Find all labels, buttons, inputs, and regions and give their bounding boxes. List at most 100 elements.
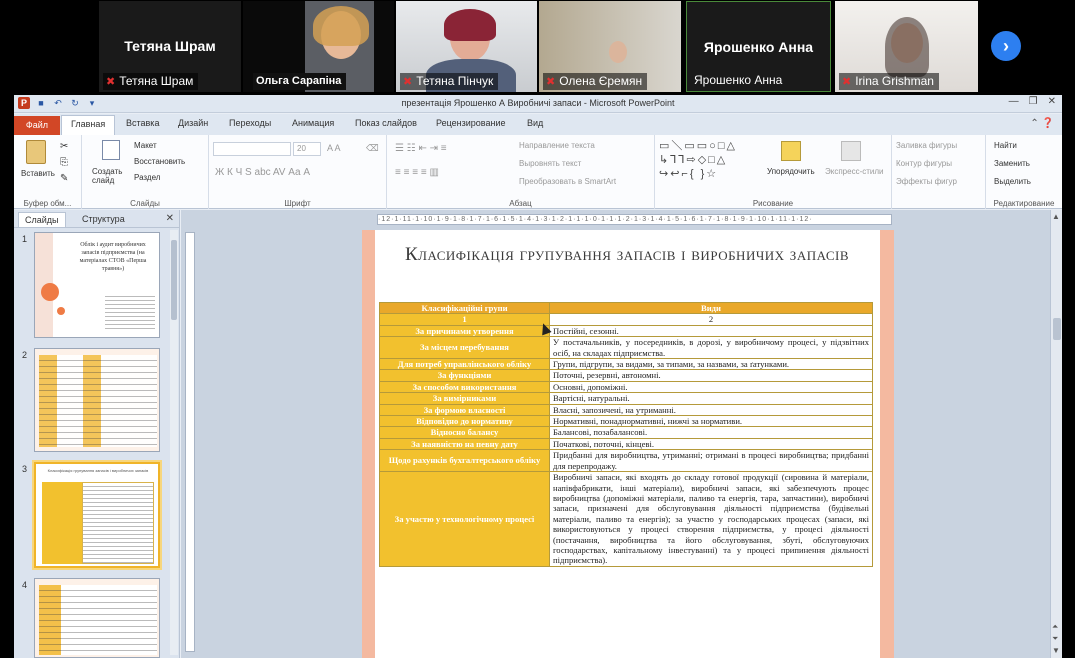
section-button[interactable]: Раздел <box>134 173 160 182</box>
participant-tile-yaroshenko[interactable]: Ярошенко Анна Ярошенко Анна <box>686 1 831 92</box>
classification-table[interactable]: Класифікаційні групи Види 1 2 За причина… <box>379 301 873 567</box>
tab-home[interactable]: Главная <box>61 115 116 135</box>
slide-thumbnail-1[interactable]: Облік і аудит виробничих запасів підприє… <box>34 232 160 338</box>
classification-kinds-cell: Групи, підгрупи, за видами, за типами, з… <box>549 358 873 371</box>
arrange-icon[interactable] <box>781 141 801 161</box>
new-slide-button[interactable]: Создать слайд <box>92 167 132 185</box>
thumb-title: Облік і аудит виробничих запасів підприє… <box>79 242 147 272</box>
layout-button[interactable]: Макет <box>134 141 157 150</box>
pane-scrollbar[interactable] <box>170 230 178 655</box>
group-font: 20 A A ⌫ Ж К Ч S abc AV Аа А Шрифт <box>209 135 387 209</box>
participant-tile-tetiana-pinchuk[interactable]: ✖ Тетяна Пінчук <box>396 1 537 92</box>
thumb-number: 2 <box>22 350 28 360</box>
slide-thumbnail-2[interactable] <box>34 348 160 452</box>
paste-button[interactable]: Вставить <box>21 169 55 178</box>
help-icon[interactable]: ⌃ ❓ <box>1030 118 1054 129</box>
slide-title[interactable]: Класифікація групування запасів і виробн… <box>392 242 862 267</box>
mic-muted-icon: ✖ <box>403 76 413 88</box>
replace-button[interactable]: Заменить <box>994 159 1030 168</box>
shape-outline-button[interactable]: Контур фигуры <box>896 159 952 168</box>
clear-format-icon[interactable]: ⌫ <box>366 143 379 154</box>
tab-design[interactable]: Дизайн <box>178 118 208 128</box>
tab-animation[interactable]: Анимация <box>292 118 334 128</box>
table-row: За способом використання Основні, допоміж… <box>379 380 873 394</box>
classification-kinds-cell: Поточні, резервні, автономні. <box>549 369 873 382</box>
next-participants-icon[interactable]: › <box>991 31 1021 61</box>
participant-tile-tetiana-shram[interactable]: Тетяна Шрам ✖ Тетяна Шрам <box>99 1 241 92</box>
shape-fill-button[interactable]: Заливка фигуры <box>896 141 957 150</box>
participant-tile-olena[interactable]: ✖ Олена Єремян <box>539 1 681 92</box>
table-row: Для потреб управлінського обліку Групи, п… <box>379 358 873 371</box>
scroll-thumb[interactable] <box>171 240 177 320</box>
classification-group-cell: Для потреб управлінського обліку <box>379 358 550 371</box>
tab-review[interactable]: Рецензирование <box>436 118 506 128</box>
tab-slideshow[interactable]: Показ слайдов <box>355 118 417 128</box>
quick-styles-button[interactable]: Экспресс-стили <box>825 167 884 176</box>
arrange-button[interactable]: Упорядочить <box>767 167 815 176</box>
minimize-icon[interactable]: — <box>1009 96 1019 107</box>
horizontal-ruler[interactable]: ·12·1·11·1·10·1·9·1·8·1·7·1·6·1·5·1·4·1·… <box>377 214 892 225</box>
find-button[interactable]: Найти <box>994 141 1017 150</box>
select-button[interactable]: Выделить <box>994 177 1031 186</box>
font-size-select[interactable]: 20 <box>293 142 321 156</box>
thumb-table-left <box>42 482 82 564</box>
slide-thumbnail-3[interactable]: Класифікація групування запасів і виробн… <box>34 462 160 568</box>
grow-font-icon[interactable]: A A <box>327 143 341 153</box>
align-text-button[interactable]: Выровнять текст <box>519 159 581 168</box>
copy-icon[interactable]: ⎘ <box>60 157 68 168</box>
tab-file[interactable]: Файл <box>14 116 60 135</box>
slide-canvas: ·12·1·11·1·10·1·9·1·8·1·7·1·6·1·5·1·4·1·… <box>181 210 1062 658</box>
cut-icon[interactable]: ✂ <box>60 141 68 152</box>
slide-thumbnail-4[interactable] <box>34 578 160 658</box>
scroll-up-icon[interactable]: ▲ <box>1052 212 1060 221</box>
font-style-buttons[interactable]: Ж К Ч S abc AV Аа А <box>215 167 310 178</box>
prev-slide-icon[interactable]: ⏶ <box>1052 622 1058 632</box>
participant-tile-olha[interactable]: Ольга Сарапіна <box>243 1 394 92</box>
thumb-text-lines <box>39 355 157 447</box>
mic-muted-icon: ✖ <box>106 76 116 88</box>
powerpoint-window: P ■ ↶ ↻ ▾ презентація Ярошенко А Виробни… <box>14 95 1062 658</box>
bullets-icon[interactable]: ☰ ☷ ⇤ ⇥ ≡ <box>395 143 447 154</box>
tab-transitions[interactable]: Переходы <box>229 118 271 128</box>
participant-label: Ярошенко Анна <box>694 73 783 87</box>
classification-group-cell: За наявністю на певну дату <box>379 437 550 451</box>
new-slide-icon[interactable] <box>102 140 120 160</box>
text-direction-button[interactable]: Направление текста <box>519 141 595 150</box>
classification-kinds-cell: Основні, допоміжні. <box>549 380 873 394</box>
canvas-scrollbar[interactable]: ▲ ⏶ ⏷ ▼ <box>1050 210 1062 658</box>
close-pane-icon[interactable]: ✕ <box>166 213 174 224</box>
thumb-circle <box>41 283 59 301</box>
scroll-down-icon[interactable]: ▼ <box>1052 646 1060 655</box>
participant-tile-irina[interactable]: ✖ Irina Grishman <box>835 1 978 92</box>
format-painter-icon[interactable]: ✎ <box>60 173 68 184</box>
next-slide-icon[interactable]: ⏷ <box>1052 634 1058 644</box>
tab-insert[interactable]: Вставка <box>126 118 159 128</box>
thumb-number: 4 <box>22 580 28 590</box>
participant-label: ✖ Олена Єремян <box>543 73 648 90</box>
participant-strip: Тетяна Шрам ✖ Тетяна Шрам Ольга Сарапіна … <box>0 0 1075 95</box>
restore-icon[interactable]: ❐ <box>1029 96 1038 107</box>
paste-icon[interactable] <box>26 140 46 164</box>
font-name-select[interactable] <box>213 142 291 156</box>
classification-kinds-cell: У постачальників, у посередників, в доро… <box>549 336 873 360</box>
screen: Тетяна Шрам ✖ Тетяна Шрам Ольга Сарапіна … <box>0 0 1075 658</box>
smartart-button[interactable]: Преобразовать в SmartArt <box>519 177 616 186</box>
vertical-ruler[interactable] <box>185 232 195 652</box>
group-label: Слайды <box>130 199 160 208</box>
slide[interactable]: Класифікація групування запасів і виробн… <box>362 230 894 658</box>
quick-styles-icon[interactable] <box>841 141 861 161</box>
thumb-text-lines <box>105 293 155 329</box>
classification-group-cell: Відносно балансу <box>379 426 550 439</box>
classification-kinds-cell: Постійні, сезонні. <box>549 324 873 338</box>
align-icon[interactable]: ≡ ≡ ≡ ≡ ▥ <box>395 167 439 178</box>
shapes-gallery-icon[interactable]: ▭＼▭▭○□△ ↳⅂⅂⇨◇□△ ↪↩⌐{ }☆ <box>659 139 737 181</box>
scroll-thumb[interactable] <box>1053 318 1061 340</box>
reset-button[interactable]: Восстановить <box>134 157 185 166</box>
tab-view[interactable]: Вид <box>527 118 543 128</box>
tab-outline[interactable]: Структура <box>76 212 131 226</box>
tab-slides[interactable]: Слайды <box>18 212 66 227</box>
close-icon[interactable]: ✕ <box>1048 96 1056 107</box>
shape-effects-button[interactable]: Эффекты фигур <box>896 177 957 186</box>
group-label: Шрифт <box>284 199 311 208</box>
window-controls: — ❐ ✕ <box>1009 96 1056 107</box>
